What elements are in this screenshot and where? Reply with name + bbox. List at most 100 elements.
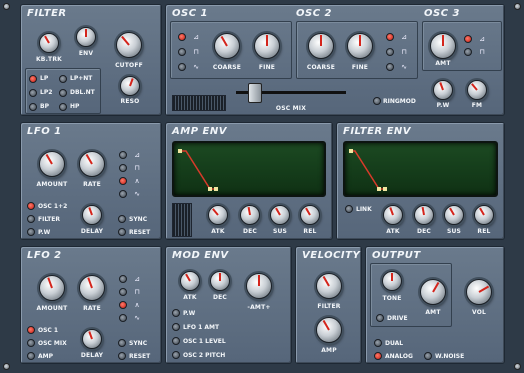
amp-sus-knob[interactable] <box>270 205 290 225</box>
osc1-wave-saw-radio[interactable] <box>178 33 186 41</box>
sine-icon: ∿ <box>401 63 407 71</box>
filter-mode-hp-radio[interactable] <box>59 103 67 111</box>
lfo2-panel: LFO 2 AMOUNT RATE ⊿ ⊓ ∧ ∿ OSC 1 OSC MIX … <box>20 246 162 364</box>
osc-mix-slider[interactable] <box>248 83 262 103</box>
lfo1-amount-knob[interactable] <box>39 151 65 177</box>
output-wnoise-radio[interactable] <box>424 352 432 360</box>
lfo2-target-oscmix-radio[interactable] <box>27 339 35 347</box>
mod-target-osc2pitch-radio[interactable] <box>172 351 180 359</box>
ringmod-radio[interactable] <box>373 97 381 105</box>
lfo2-wave-square-radio[interactable] <box>119 288 127 296</box>
speaker-grill <box>172 203 192 237</box>
filter-mode-lp: LP <box>40 75 49 82</box>
osc3-wave-square-radio[interactable] <box>464 48 472 56</box>
osc2-wave-saw-radio[interactable] <box>386 33 394 41</box>
osc2-fine-knob[interactable] <box>347 33 373 59</box>
output-amt-knob[interactable] <box>420 279 446 305</box>
mod-atk-knob[interactable] <box>180 271 200 291</box>
output-tone-knob[interactable] <box>382 271 402 291</box>
saw-icon: ⊿ <box>401 33 407 41</box>
lfo1-sync-radio[interactable] <box>118 215 126 223</box>
output-dual-radio[interactable] <box>374 339 382 347</box>
velocity-amp-knob[interactable] <box>316 317 342 343</box>
filter-mode-lp2-radio[interactable] <box>29 89 37 97</box>
filter-mode-lp-radio[interactable] <box>29 75 37 83</box>
filter-mode-dblnt-radio[interactable] <box>59 89 67 97</box>
filter-mode-lpnt-radio[interactable] <box>59 75 67 83</box>
kbtrk-knob[interactable] <box>39 33 59 53</box>
filter-atk-knob[interactable] <box>383 205 403 225</box>
filter-rel-knob[interactable] <box>474 205 494 225</box>
lfo1-wave-saw-radio[interactable] <box>119 151 127 159</box>
filter-mode-lp2: LP2 <box>40 89 53 96</box>
osc3-wave-saw-radio[interactable] <box>464 35 472 43</box>
mod-target-osc1level-radio[interactable] <box>172 337 180 345</box>
lfo2-wave-saw-radio[interactable] <box>119 275 127 283</box>
lfo2-wave-sine-radio[interactable] <box>119 314 127 322</box>
lfo1-reset-radio[interactable] <box>118 228 126 236</box>
screw <box>514 363 521 370</box>
osc1-wave-sine-radio[interactable] <box>178 63 186 71</box>
osc2-title: OSC 2 <box>296 8 332 19</box>
lfo2-target-amp-radio[interactable] <box>27 352 35 360</box>
saw-icon: ⊿ <box>134 275 140 283</box>
osc1-wave-square-radio[interactable] <box>178 48 186 56</box>
osc3-amt-knob[interactable] <box>430 33 456 59</box>
osc2-wave-sine-radio[interactable] <box>386 63 394 71</box>
lfo2-delay-knob[interactable] <box>82 329 102 349</box>
osc1-fine-knob[interactable] <box>254 33 280 59</box>
filter-title: FILTER <box>27 8 67 19</box>
mod-target-pw-radio[interactable] <box>172 309 180 317</box>
osc3-pw-knob[interactable] <box>433 80 453 100</box>
filter-env-link-radio[interactable] <box>345 205 353 213</box>
lfo2-wave-tri-radio[interactable] <box>119 301 127 309</box>
osc1-coarse-knob[interactable] <box>214 33 240 59</box>
mod-dec-knob[interactable] <box>210 271 230 291</box>
output-vol-label: VOL <box>471 309 487 316</box>
kbtrk-label: KB.TRK <box>35 56 63 63</box>
output-vol-knob[interactable] <box>466 279 492 305</box>
lfo2-sync-radio[interactable] <box>118 339 126 347</box>
output-analog-radio[interactable] <box>374 352 382 360</box>
lfo1-target-filter-radio[interactable] <box>27 215 35 223</box>
mod-amt-knob[interactable] <box>246 273 272 299</box>
lfo2-amount-knob[interactable] <box>39 275 65 301</box>
square-icon: ⊓ <box>193 48 199 56</box>
velocity-title: VELOCITY <box>302 250 361 261</box>
osc3-title: OSC 3 <box>424 8 460 19</box>
screw <box>3 3 10 10</box>
lfo2-target-osc1-radio[interactable] <box>27 326 35 334</box>
amp-rel-knob[interactable] <box>300 205 320 225</box>
filter-rel-label: REL <box>477 228 491 235</box>
lfo1-wave-tri-radio[interactable] <box>119 177 127 185</box>
amp-atk-knob[interactable] <box>208 205 228 225</box>
lfo2-reset-radio[interactable] <box>118 352 126 360</box>
cutoff-knob[interactable] <box>116 32 142 58</box>
lfo1-wave-square-radio[interactable] <box>119 164 127 172</box>
env-knob[interactable] <box>76 27 96 47</box>
lfo2-rate-label: RATE <box>83 305 101 312</box>
amp-dec-knob[interactable] <box>240 205 260 225</box>
filter-dec-knob[interactable] <box>414 205 434 225</box>
osc2-wave-square-radio[interactable] <box>386 48 394 56</box>
filter-mode-bp-radio[interactable] <box>29 103 37 111</box>
lfo1-target-pw-radio[interactable] <box>27 228 35 236</box>
mod-target-lfo1amt-radio[interactable] <box>172 323 180 331</box>
osc2-coarse-label: COARSE <box>306 64 336 71</box>
lfo1-wave-sine-radio[interactable] <box>119 190 127 198</box>
filter-sus-knob[interactable] <box>444 205 464 225</box>
lfo1-target-osc12-radio[interactable] <box>27 202 35 210</box>
lfo1-delay-knob[interactable] <box>82 205 102 225</box>
osc3-fm-knob[interactable] <box>467 80 487 100</box>
lfo2-rate-knob[interactable] <box>79 275 105 301</box>
output-drive-radio[interactable] <box>376 314 384 322</box>
ringmod-label: RINGMOD <box>383 98 416 105</box>
velocity-filter-knob[interactable] <box>316 273 342 299</box>
filter-mode-lpnt: LP+NT <box>70 75 93 82</box>
osc2-coarse-knob[interactable] <box>308 33 334 59</box>
lfo2-reset-label: RESET <box>129 353 151 360</box>
square-icon: ⊓ <box>401 48 407 56</box>
reso-knob[interactable] <box>120 76 140 96</box>
lfo1-rate-knob[interactable] <box>79 151 105 177</box>
osc1-title: OSC 1 <box>172 8 208 19</box>
